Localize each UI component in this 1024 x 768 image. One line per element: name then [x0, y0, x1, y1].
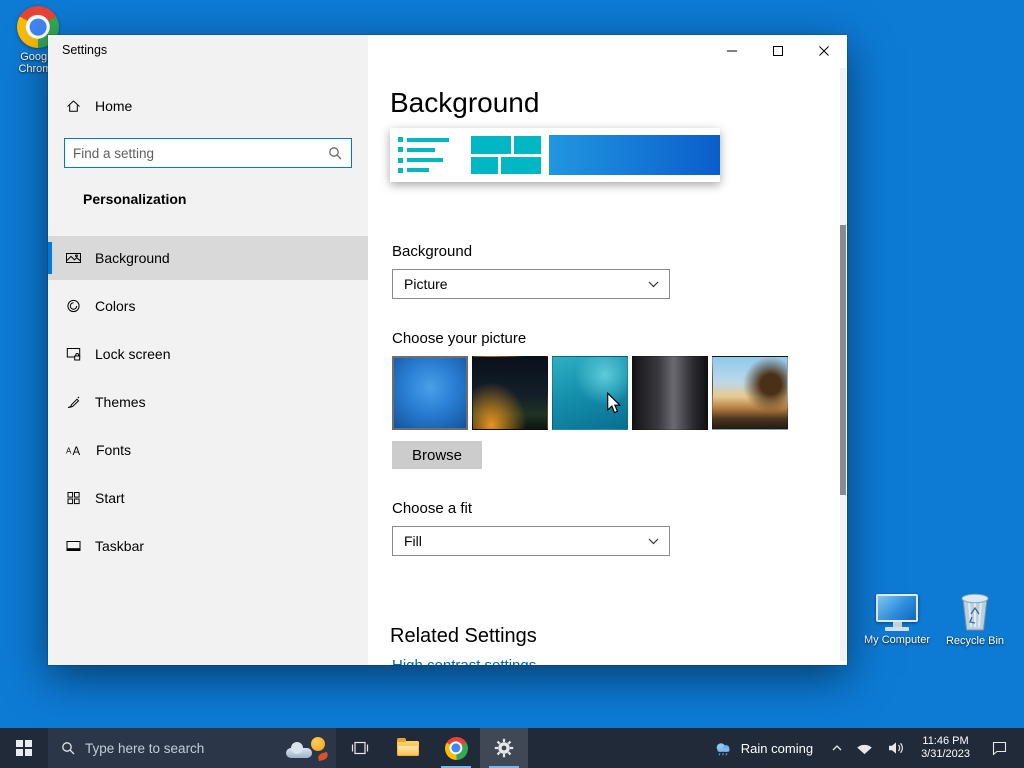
- taskbar-search-input[interactable]: [83, 739, 276, 757]
- my-computer-icon: [873, 594, 921, 631]
- show-hidden-icons-button[interactable]: [825, 728, 849, 768]
- sidebar-item-fonts[interactable]: A A Fonts: [48, 428, 368, 472]
- taskbar-icon: [66, 541, 81, 551]
- brush-icon: [67, 396, 80, 408]
- weather-cloud-icon: [716, 742, 730, 755]
- volume-button[interactable]: [880, 728, 912, 768]
- sidebar-item-label: Colors: [95, 298, 136, 314]
- lock-screen-icon: [66, 348, 81, 361]
- sidebar-item-label: Start: [95, 490, 125, 506]
- start-tiles-icon: [67, 492, 80, 505]
- minimize-icon: [727, 50, 737, 52]
- start-icon: [16, 740, 32, 756]
- desktop-icon-my-computer[interactable]: My Computer: [859, 594, 935, 646]
- choose-fit-label: Choose a fit: [392, 500, 473, 517]
- sidebar-item-home[interactable]: Home: [48, 88, 368, 124]
- chrome-taskbar-button[interactable]: [432, 728, 480, 768]
- sidebar-item-label: Background: [95, 250, 170, 266]
- system-tray: Rain coming 11:46 PM 3/31/2023: [701, 728, 1024, 768]
- sidebar-section-header: Personalization: [83, 191, 187, 207]
- task-view-button[interactable]: [336, 728, 384, 768]
- close-button[interactable]: [801, 35, 847, 67]
- fit-dropdown[interactable]: Fill: [392, 526, 670, 556]
- sidebar-item-themes[interactable]: Themes: [48, 380, 368, 424]
- wallpaper-thumbnail-windows-default[interactable]: [392, 356, 468, 430]
- clock-date: 3/31/2023: [921, 748, 970, 760]
- scrollbar-thumb[interactable]: [840, 225, 846, 495]
- maximize-button[interactable]: [755, 35, 801, 67]
- dropdown-value: Picture: [404, 276, 448, 292]
- task-view-icon: [351, 741, 369, 755]
- vertical-scrollbar[interactable]: [840, 68, 846, 661]
- wallpaper-thumbnail-cliff[interactable]: [632, 356, 708, 430]
- home-icon: [67, 100, 80, 112]
- sidebar-item-taskbar[interactable]: Taskbar: [48, 524, 368, 568]
- sidebar-item-label: Fonts: [96, 442, 132, 458]
- network-button[interactable]: [849, 728, 880, 768]
- sidebar-item-label: Taskbar: [95, 538, 145, 554]
- wallpaper-thumbnail-ocean[interactable]: [552, 356, 628, 430]
- settings-sidebar: Settings Home Personalization: [48, 35, 368, 665]
- clock-time: 11:46 PM: [922, 735, 969, 747]
- settings-gear-icon: [494, 738, 514, 758]
- sidebar-item-label: Themes: [95, 394, 146, 410]
- settings-content: Background Background Picture Choose you…: [368, 35, 847, 665]
- image-icon: [66, 253, 81, 263]
- fonts-icon: A A: [66, 446, 81, 458]
- browse-button[interactable]: Browse: [392, 441, 482, 469]
- wallpaper-thumbnail-night-sky[interactable]: [472, 356, 548, 430]
- minimize-button[interactable]: [709, 35, 755, 67]
- dropdown-value: Fill: [404, 533, 422, 549]
- page-title: Background: [390, 87, 540, 118]
- chevron-down-icon: [648, 538, 659, 544]
- background-type-dropdown[interactable]: Picture: [392, 269, 670, 299]
- svg-text:A: A: [66, 447, 72, 456]
- start-button[interactable]: [0, 728, 48, 768]
- action-center-button[interactable]: [979, 728, 1020, 768]
- search-highlight-weather-art: [284, 733, 330, 763]
- clock[interactable]: 11:46 PM 3/31/2023: [912, 735, 979, 761]
- search-icon: [62, 742, 75, 755]
- wallpaper-thumbnail-beach[interactable]: [712, 356, 788, 430]
- chevron-up-icon: [832, 745, 842, 751]
- taskbar-search[interactable]: [48, 728, 336, 768]
- volume-icon: [889, 742, 903, 754]
- file-explorer-icon: [397, 737, 419, 756]
- desktop-icon-label: My Computer: [863, 634, 931, 646]
- palette-icon: [67, 299, 80, 313]
- find-setting-searchbox[interactable]: [64, 138, 352, 168]
- sidebar-item-colors[interactable]: Colors: [48, 284, 368, 328]
- weather-text: Rain coming: [740, 740, 814, 756]
- background-field-label: Background: [392, 243, 473, 260]
- background-preview-graphic: [390, 128, 720, 182]
- chrome-icon: [444, 736, 468, 760]
- svg-text:A: A: [73, 446, 81, 458]
- action-center-icon: [992, 741, 1007, 756]
- home-label: Home: [95, 98, 133, 114]
- related-settings-title: Related Settings: [390, 625, 537, 647]
- sidebar-item-label: Lock screen: [95, 346, 171, 362]
- wifi-icon: [857, 744, 872, 754]
- chevron-down-icon: [648, 281, 659, 287]
- sidebar-nav: Background Colors Lock screen Themes A A…: [48, 236, 368, 572]
- recycle-bin-icon: [961, 593, 989, 631]
- weather-widget[interactable]: Rain coming: [701, 728, 825, 768]
- sidebar-item-lock-screen[interactable]: Lock screen: [48, 332, 368, 376]
- file-explorer-button[interactable]: [384, 728, 432, 768]
- maximize-icon: [773, 46, 783, 56]
- high-contrast-settings-link[interactable]: High contrast settings: [392, 657, 536, 665]
- desktop-icon-label: Recycle Bin: [945, 635, 1005, 647]
- choose-picture-label: Choose your picture: [392, 330, 527, 347]
- sidebar-item-start[interactable]: Start: [48, 476, 368, 520]
- taskbar: Rain coming 11:46 PM 3/31/2023: [0, 728, 1024, 768]
- search-icon: [328, 146, 342, 160]
- wallpaper-thumbnails: [392, 356, 788, 430]
- search-input[interactable]: [65, 145, 328, 161]
- settings-window: Settings Home Personalization: [48, 35, 847, 665]
- window-title: Settings: [62, 43, 108, 57]
- desktop-icon-recycle-bin[interactable]: Recycle Bin: [937, 590, 1013, 647]
- settings-taskbar-button[interactable]: [480, 728, 528, 768]
- close-icon: [819, 46, 829, 56]
- sidebar-item-background[interactable]: Background: [48, 236, 368, 280]
